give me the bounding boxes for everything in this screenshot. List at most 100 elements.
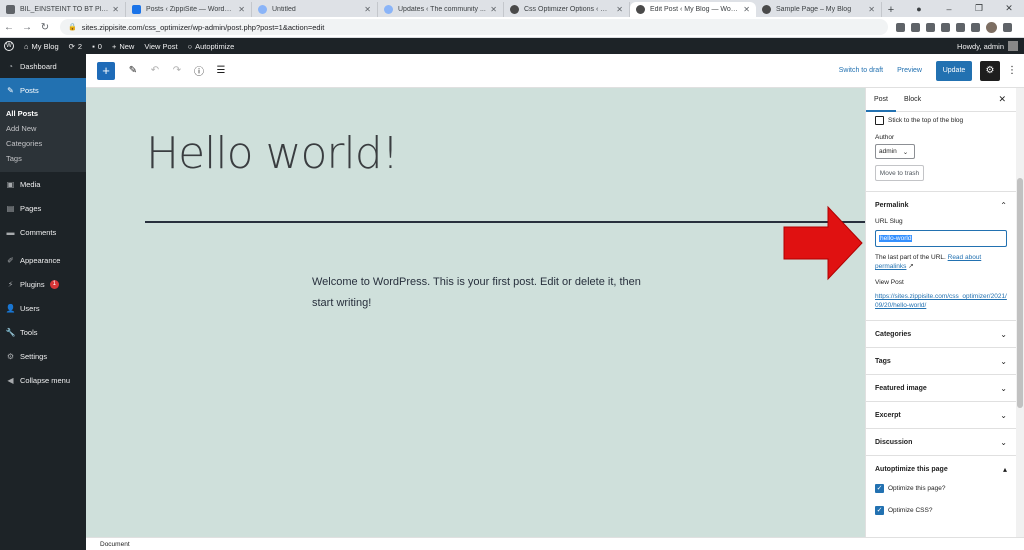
author-label: Author	[875, 134, 895, 141]
cast-icon[interactable]	[896, 22, 905, 32]
puzzle-icon[interactable]	[971, 22, 980, 32]
sticky-checkbox-row[interactable]: Stick to the top of the blog	[875, 114, 1007, 126]
submenu-all-posts[interactable]: All Posts	[0, 106, 86, 121]
close-window-icon[interactable]: ✕	[994, 3, 1024, 14]
switch-to-draft-button[interactable]: Switch to draft	[839, 67, 883, 74]
menu-users[interactable]: 👤 Users	[0, 296, 86, 320]
wordpress-favicon-icon	[636, 5, 645, 14]
discussion-panel: Discussion ⌄	[866, 428, 1016, 455]
menu-tools[interactable]: 🔧 Tools	[0, 320, 86, 344]
avatar[interactable]	[986, 21, 997, 33]
forward-icon[interactable]: →	[18, 22, 36, 33]
list-view-icon[interactable]: ☰	[211, 65, 231, 76]
updates-link[interactable]: ⟳ 2	[69, 42, 82, 51]
close-icon[interactable]: ✕	[868, 5, 875, 14]
undo-icon[interactable]: ↶	[145, 65, 165, 76]
browser-tab-1[interactable]: Posts ‹ ZippiSite — WordPress ✕	[126, 2, 252, 17]
optimize-css-row[interactable]: ✓ Optimize CSS?	[875, 504, 1007, 516]
separator-block[interactable]	[145, 221, 865, 223]
update-button[interactable]: Update	[936, 60, 972, 81]
optimize-page-row[interactable]: ✓ Optimize this page?	[875, 482, 1007, 494]
more-options-icon[interactable]: ⋮	[1006, 65, 1018, 76]
new-tab-icon[interactable]: +	[882, 2, 900, 17]
menu-comments[interactable]: ▬ Comments	[0, 220, 86, 244]
menu-appearance[interactable]: ✐ Appearance	[0, 248, 86, 272]
maximize-icon[interactable]: ❐	[964, 3, 994, 14]
edit-tools-icon[interactable]: ✎	[123, 65, 143, 76]
featured-image-panel-toggle[interactable]: Featured image ⌄	[866, 375, 1016, 401]
post-title[interactable]: Hello world!	[146, 128, 399, 179]
browser-tab-2[interactable]: Untitled ✕	[252, 2, 378, 17]
author-select[interactable]: admin ⌄	[875, 144, 915, 159]
extension-icon[interactable]	[956, 22, 965, 32]
reload-icon[interactable]: ↻	[36, 22, 54, 33]
autoptimize-panel-toggle[interactable]: Autoptimize this page ▴	[866, 456, 1016, 482]
permalink-url-link[interactable]: https://sites.zippisite.com/css_optimize…	[875, 292, 1007, 310]
tags-panel: Tags ⌄	[866, 347, 1016, 374]
menu-posts[interactable]: ✎ Posts	[0, 78, 86, 102]
star-icon[interactable]	[926, 22, 935, 32]
browser-tab-6[interactable]: Sample Page – My Blog ✕	[756, 2, 882, 17]
appearance-icon: ✐	[7, 255, 14, 265]
chevron-down-icon: ⌄	[1000, 329, 1007, 339]
categories-panel-toggle[interactable]: Categories ⌄	[866, 321, 1016, 347]
close-icon[interactable]: ✕	[112, 5, 119, 14]
move-to-trash-button[interactable]: Move to trash	[875, 165, 924, 181]
menu-icon[interactable]	[1003, 22, 1012, 32]
optimize-css-checkbox[interactable]: ✓	[875, 505, 884, 515]
scrollbar-thumb[interactable]	[1017, 178, 1023, 408]
close-icon[interactable]: ✕	[998, 94, 1006, 105]
new-content-link[interactable]: + New	[112, 42, 134, 51]
minimize-icon[interactable]: –	[934, 4, 964, 14]
sidebar-scrollbar[interactable]	[1016, 88, 1024, 537]
menu-collapse[interactable]: ◀ Collapse menu	[0, 368, 86, 392]
close-icon[interactable]: ✕	[743, 5, 750, 14]
tab-block[interactable]: Block	[896, 88, 929, 112]
menu-settings[interactable]: ⚙ Settings	[0, 344, 86, 368]
extension-icon[interactable]	[911, 22, 920, 32]
menu-plugins[interactable]: ⚡ Plugins 1	[0, 272, 86, 296]
tab-post[interactable]: Post	[866, 88, 896, 112]
preview-button[interactable]: Preview	[897, 67, 922, 74]
close-icon[interactable]: ✕	[616, 5, 623, 14]
wordpress-logo[interactable]: W	[4, 41, 14, 51]
menu-pages[interactable]: ▤ Pages	[0, 196, 86, 220]
close-icon[interactable]: ✕	[364, 5, 371, 14]
sticky-checkbox[interactable]	[875, 115, 884, 125]
info-icon[interactable]: ⓘ	[189, 63, 209, 78]
profile-icon[interactable]: ●	[904, 4, 934, 14]
browser-tab-3[interactable]: Updates ‹ The community ... ✕	[378, 2, 504, 17]
extension-icon[interactable]	[941, 22, 950, 32]
back-icon[interactable]: ←	[0, 22, 18, 33]
menu-media[interactable]: ▣ Media	[0, 172, 86, 196]
optimize-page-checkbox[interactable]: ✓	[875, 483, 884, 493]
redo-icon[interactable]: ↷	[167, 65, 187, 76]
gear-icon[interactable]: ⚙	[980, 60, 1000, 81]
submenu-categories[interactable]: Categories	[0, 136, 86, 151]
tags-panel-toggle[interactable]: Tags ⌄	[866, 348, 1016, 374]
submenu-add-new[interactable]: Add New	[0, 121, 86, 136]
url-input[interactable]: 🔒 sites.zippisite.com/css_optimizer/wp-a…	[60, 19, 888, 35]
autoptimize-link[interactable]: ○ Autoptimize	[188, 42, 235, 51]
excerpt-panel-toggle[interactable]: Excerpt ⌄	[866, 402, 1016, 428]
browser-tab-5[interactable]: Edit Post ‹ My Blog — WordPress✕	[630, 2, 756, 17]
browser-tab-4[interactable]: Css Optimizer Options ‹ My Blog✕	[504, 2, 630, 17]
view-post-link[interactable]: View Post	[144, 42, 177, 51]
breadcrumb-document[interactable]: Document	[100, 541, 130, 548]
browser-tab-0[interactable]: BIL_EINSTEINT TO BT Plugin ...✕	[0, 2, 126, 17]
comments-link[interactable]: ▪ 0	[92, 42, 102, 51]
close-icon[interactable]: ✕	[490, 5, 497, 14]
account-menu[interactable]: Howdy, admin	[957, 41, 1018, 51]
close-icon[interactable]: ✕	[238, 5, 245, 14]
permalink-panel-toggle[interactable]: Permalink ⌃	[866, 192, 1016, 218]
comment-icon: ▪	[92, 41, 95, 51]
submenu-tags[interactable]: Tags	[0, 151, 86, 166]
paragraph-block[interactable]: Welcome to WordPress. This is your first…	[312, 272, 652, 314]
url-slug-input[interactable]: hello-world	[875, 230, 1007, 247]
block-inserter-button[interactable]: +	[97, 61, 115, 80]
favicon-icon	[6, 5, 15, 14]
discussion-panel-toggle[interactable]: Discussion ⌄	[866, 429, 1016, 455]
favicon-icon	[258, 5, 267, 14]
menu-dashboard[interactable]: ◔ Dashboard	[0, 54, 86, 78]
site-name-link[interactable]: ⌂ My Blog	[24, 42, 59, 51]
